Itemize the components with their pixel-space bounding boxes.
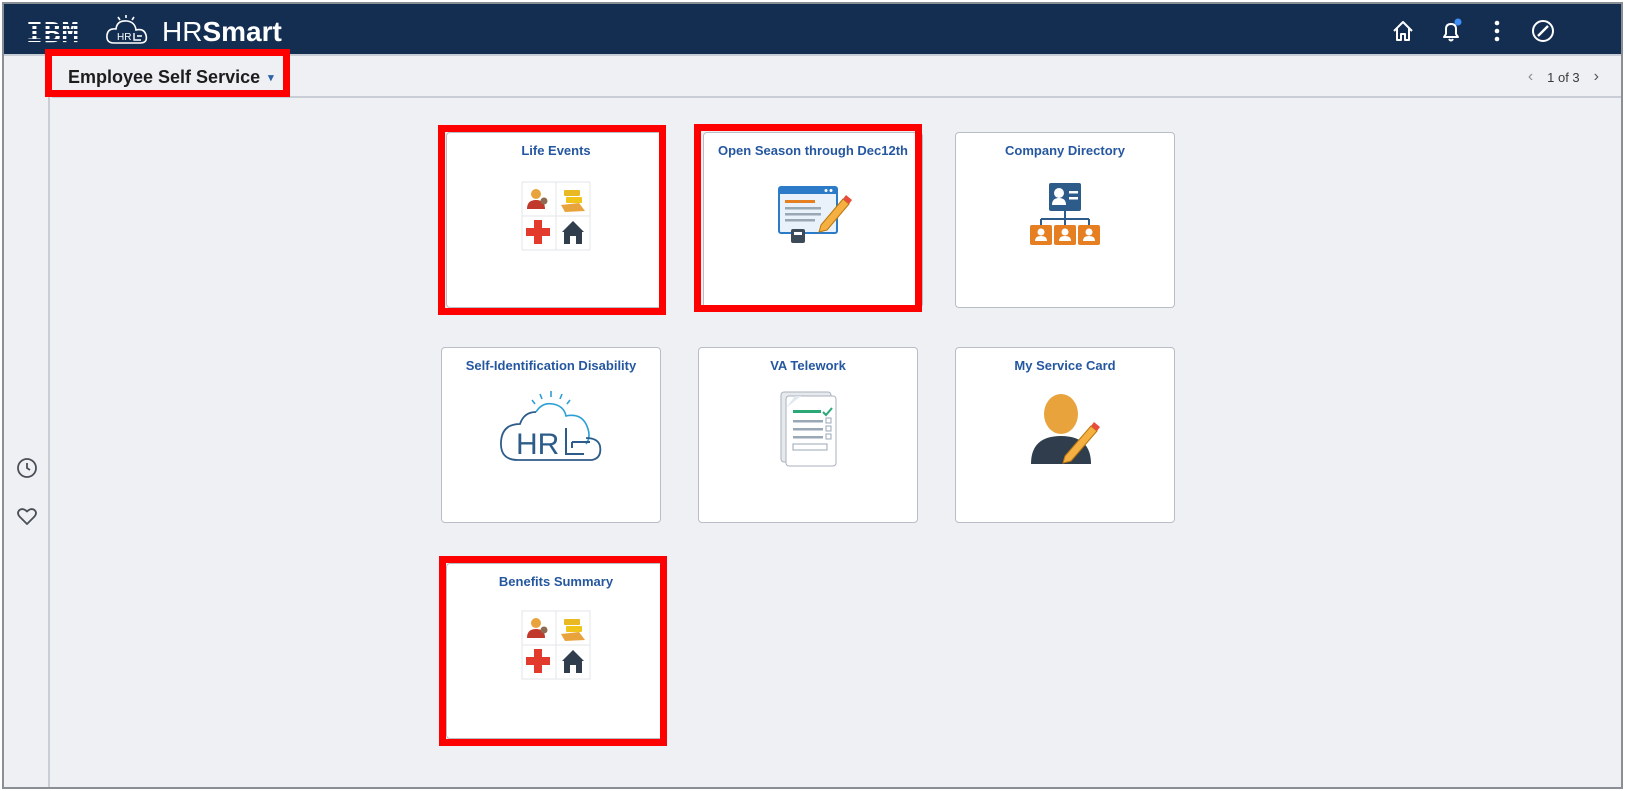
navbar-compass-icon[interactable] <box>1530 18 1556 44</box>
tile-company-directory[interactable]: Company Directory <box>955 132 1175 308</box>
favorites-heart-icon[interactable] <box>15 504 39 528</box>
home-icon[interactable] <box>1390 18 1416 44</box>
browser-frame: IBM HR HRSmart Employee Self Service ▾ ‹… <box>2 2 1623 789</box>
tile-title: VA Telework <box>770 358 846 373</box>
more-vertical-icon[interactable] <box>1484 18 1510 44</box>
highlight-benefits-summary <box>439 556 667 746</box>
tile-title: Self-Identification Disability <box>465 358 637 373</box>
highlight-homepage-selector <box>45 49 290 97</box>
page-count: 1 of 3 <box>1547 69 1580 85</box>
hr-cloud-icon: HR <box>500 391 602 461</box>
next-page-icon[interactable]: › <box>1594 68 1599 86</box>
tile-self-identification-disability[interactable]: Self-Identification Disability HR <box>441 347 661 523</box>
hrsmart-cloud-logo-icon: HR <box>106 15 148 44</box>
previous-page-icon[interactable]: ‹ <box>1528 68 1533 86</box>
highlight-life-events <box>438 125 666 315</box>
notification-dot <box>1454 18 1462 26</box>
org-chart-icon <box>1030 183 1100 245</box>
recent-clock-icon[interactable] <box>15 456 39 480</box>
checklist-document-icon <box>780 391 837 467</box>
svg-text:HR: HR <box>117 32 131 43</box>
app-title: HRSmart <box>162 16 282 47</box>
left-rail <box>4 56 50 787</box>
svg-text:HR: HR <box>516 428 559 461</box>
bell-icon[interactable] <box>1438 18 1464 44</box>
tile-title: Company Directory <box>1005 143 1125 158</box>
page-indicator: ‹ 1 of 3 › <box>1528 56 1599 98</box>
tile-my-service-card[interactable]: My Service Card <box>955 347 1175 523</box>
tile-va-telework[interactable]: VA Telework <box>698 347 918 523</box>
highlight-open-season <box>694 124 922 312</box>
ibm-logo: IBM <box>26 16 80 49</box>
tile-title: My Service Card <box>1014 358 1116 373</box>
person-edit-icon <box>1031 394 1100 464</box>
